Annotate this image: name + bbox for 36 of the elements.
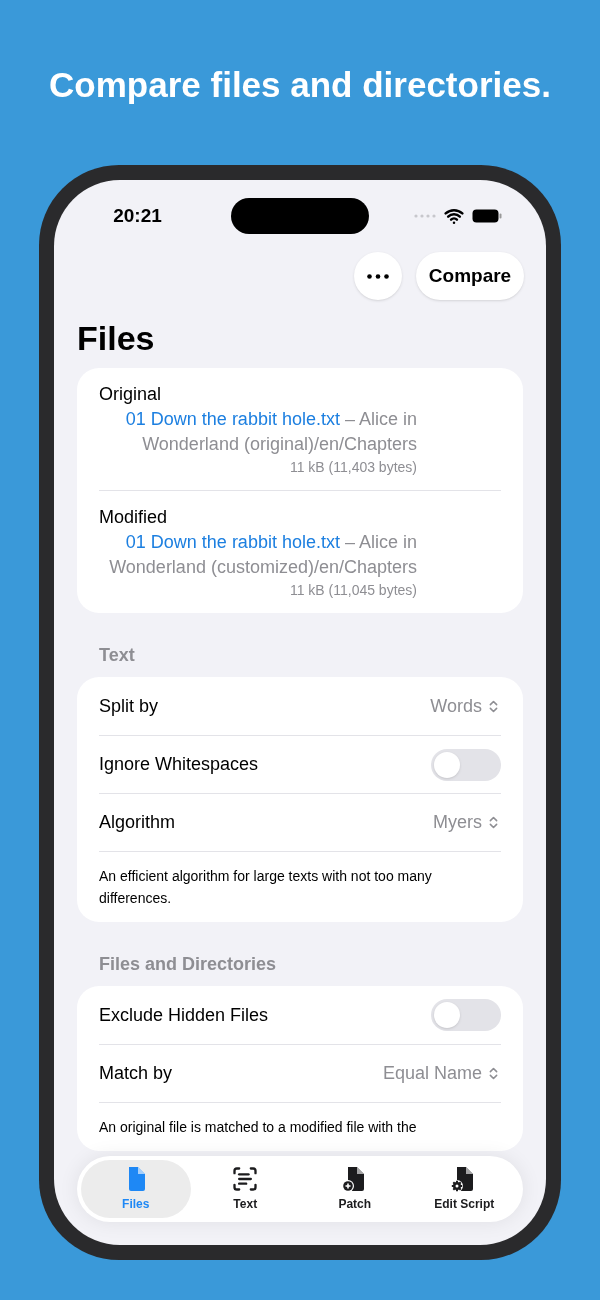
section-header: Files and Directories bbox=[98, 953, 278, 976]
tab-button[interactable]: Edit Script bbox=[409, 1160, 519, 1218]
page-title: Files bbox=[76, 318, 156, 358]
tab-button[interactable]: Files bbox=[81, 1160, 191, 1218]
picker-button[interactable]: Myers bbox=[433, 809, 501, 836]
headline: Compare files and directories. bbox=[48, 64, 552, 106]
setting-label: Match by bbox=[99, 1062, 173, 1085]
compare-button[interactable]: Compare bbox=[416, 252, 524, 300]
file-path: 01 Down the rabbit hole.txt – Alice in Wonderland (original)/en/Chapters bbox=[124, 408, 417, 456]
wifi-icon bbox=[443, 206, 464, 226]
tab-button[interactable]: Patch bbox=[300, 1160, 410, 1218]
status-time: 20:21 bbox=[112, 203, 163, 228]
text-scan-icon bbox=[231, 1165, 260, 1193]
file-size: 11 kB (11,045 bytes) bbox=[288, 581, 417, 600]
file-label: Modified bbox=[99, 506, 169, 529]
toggle-switch[interactable] bbox=[431, 748, 501, 781]
file-label: Original bbox=[99, 383, 163, 406]
section-footer: An original file is matched to a modified file with the bbox=[99, 1102, 501, 1151]
file-link[interactable]: 01 Down the rabbit hole.txt bbox=[125, 409, 340, 429]
setting-label: Ignore Whitespaces bbox=[99, 753, 259, 776]
more-icon bbox=[367, 273, 389, 279]
picker-button[interactable]: Equal Name bbox=[382, 1060, 501, 1087]
tab-button[interactable]: Text bbox=[190, 1160, 300, 1218]
setting-label: Exclude Hidden Files bbox=[99, 1003, 269, 1027]
picker-button[interactable]: Words bbox=[430, 692, 501, 720]
file-path: 01 Down the rabbit hole.txt – Alice in Wonderland (customized)/en/Chapters bbox=[108, 531, 417, 579]
section-footer: An efficient algorithm for large texts with not too many differences. bbox=[99, 851, 501, 922]
section-header: Text bbox=[98, 644, 136, 667]
file-link[interactable]: 01 Down the rabbit hole.txt bbox=[125, 532, 340, 552]
toggle-switch[interactable] bbox=[431, 999, 501, 1031]
signal-icon bbox=[413, 214, 436, 218]
battery-icon bbox=[471, 209, 502, 223]
file-size: 11 kB (11,403 bytes) bbox=[288, 458, 417, 477]
more-button[interactable] bbox=[354, 252, 402, 300]
setting-label: Algorithm bbox=[99, 811, 176, 834]
setting-label: Split by bbox=[99, 694, 159, 718]
